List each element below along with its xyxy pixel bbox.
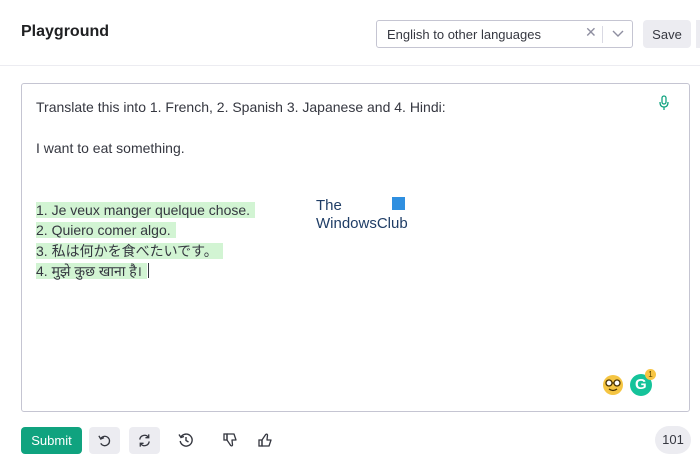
- top-bar: Playground English to other languages ✕ …: [0, 0, 700, 66]
- completion-spanish: 2. Quiero comer algo.: [36, 222, 176, 238]
- prompt-text: Translate this into 1. French, 2. Spanis…: [36, 99, 446, 115]
- token-counter: 101: [655, 426, 691, 454]
- thumbs-down-icon[interactable]: [222, 432, 238, 448]
- input-sentence: I want to eat something.: [36, 140, 185, 156]
- preset-select[interactable]: English to other languages ✕: [376, 20, 633, 48]
- microphone-icon[interactable]: [658, 95, 670, 111]
- clear-icon[interactable]: ✕: [585, 24, 597, 41]
- watermark-line2: WindowsClub: [316, 215, 408, 232]
- undo-button[interactable]: [89, 427, 120, 454]
- text-caret: [147, 263, 149, 278]
- completion-japanese: 3. 私は何かを食べたいです。: [36, 243, 223, 259]
- more-button[interactable]: [696, 20, 700, 48]
- save-button[interactable]: Save: [643, 20, 691, 48]
- regenerate-button[interactable]: [129, 427, 160, 454]
- grammarly-badge: 1: [645, 369, 656, 380]
- completion-french: 1. Je veux manger quelque chose.: [36, 202, 256, 218]
- preset-divider: [602, 26, 603, 43]
- preset-select-value: English to other languages: [387, 27, 541, 42]
- chevron-down-icon[interactable]: [611, 29, 625, 39]
- page-title: Playground: [21, 23, 110, 40]
- undo-icon: [98, 435, 111, 447]
- submit-button[interactable]: Submit: [21, 427, 82, 454]
- watermark: The WindowsClub: [316, 197, 411, 233]
- grammarly-icon[interactable]: G 1: [630, 369, 656, 396]
- nerd-face-icon[interactable]: [602, 374, 624, 396]
- regenerate-icon: [139, 434, 150, 447]
- completion-hindi: 4. मुझे कुछ खाना है।: [36, 263, 147, 279]
- thumbs-up-icon[interactable]: [257, 432, 273, 448]
- history-icon[interactable]: [178, 432, 194, 448]
- watermark-line1: The: [316, 197, 342, 214]
- watermark-logo-icon: [392, 197, 405, 210]
- prompt-editor[interactable]: Translate this into 1. French, 2. Spanis…: [21, 83, 690, 412]
